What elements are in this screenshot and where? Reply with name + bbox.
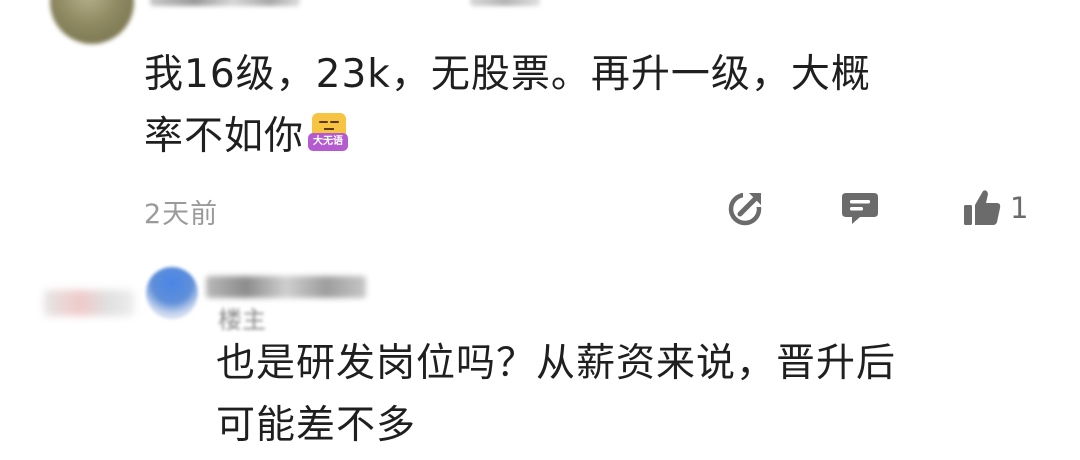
reply-author-username-blurred[interactable] xyxy=(206,276,366,298)
sticker-label: 大无语 xyxy=(308,133,349,151)
reply-author-avatar[interactable] xyxy=(146,267,198,319)
reply-context-blurred xyxy=(44,290,134,316)
like-count: 1 xyxy=(1010,191,1029,225)
comment-body: 我16级，23k，无股票。再升一级，大概 率不如你 大无语 xyxy=(144,44,1024,168)
share-edit-icon[interactable] xyxy=(727,187,765,229)
commenter-avatar[interactable] xyxy=(50,0,134,44)
comment-bubble-icon[interactable] xyxy=(840,187,880,229)
speechless-sticker-icon: 大无语 xyxy=(306,113,350,153)
reply-text-line-2: 可能差不多 xyxy=(216,403,417,448)
like-button[interactable]: 1 xyxy=(962,187,1042,229)
reply-text-line-1: 也是研发岗位吗？从薪资来说，晋升后 xyxy=(216,341,897,386)
op-author-tag: 楼主 xyxy=(218,306,266,334)
comment-timestamp: 2天前 xyxy=(144,199,219,230)
commenter-meta-blurred xyxy=(470,0,540,6)
comment-text-line-1: 我16级，23k，无股票。再升一级，大概 xyxy=(144,52,871,97)
thumbs-up-icon xyxy=(964,190,1001,225)
reply-body: 也是研发岗位吗？从薪资来说，晋升后 可能差不多 xyxy=(216,333,1036,457)
comment-text-line-2: 率不如你 xyxy=(144,114,305,159)
commenter-username-blurred[interactable] xyxy=(150,0,300,6)
